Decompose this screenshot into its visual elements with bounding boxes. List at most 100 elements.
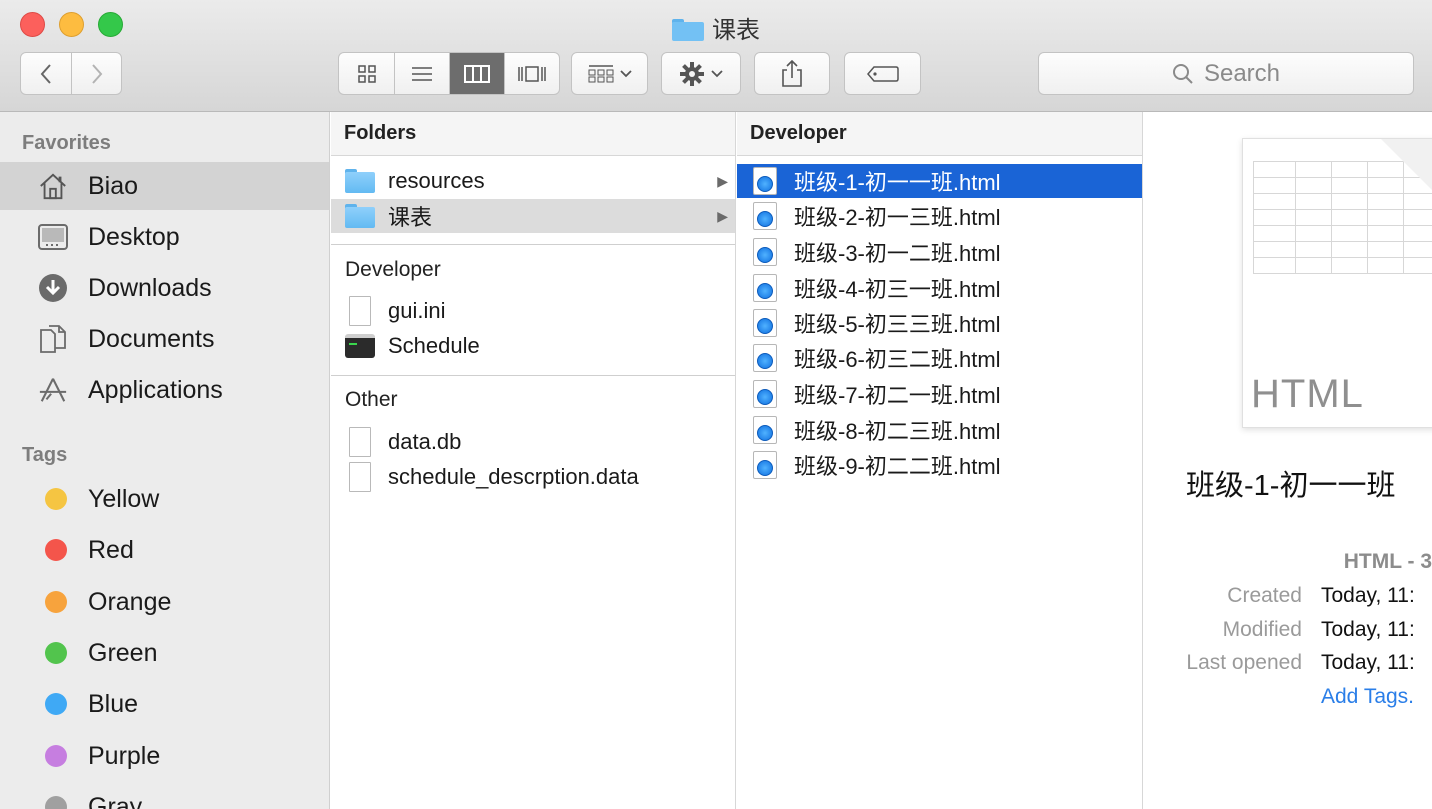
- window-title: 课表: [0, 10, 1432, 45]
- sidebar-tag-red[interactable]: Red: [0, 526, 329, 574]
- safari-html-icon: [753, 309, 777, 337]
- html-file-row[interactable]: 班级-5-初三三班.html: [737, 306, 1142, 340]
- action-button[interactable]: [661, 52, 741, 95]
- sidebar-item-label: Blue: [88, 689, 139, 718]
- preview-pane: HTML 班级-1-初一一班 HTML - 3 Created Today, 1…: [1144, 112, 1432, 809]
- sidebar-item-applications[interactable]: Applications: [0, 366, 329, 414]
- safari-html-icon: [753, 380, 777, 408]
- html-file-row[interactable]: 班级-7-初二一班.html: [737, 377, 1142, 411]
- disclosure-arrow-icon: ▶: [717, 172, 728, 189]
- html-file-row[interactable]: 班级-9-初二二班.html: [737, 448, 1142, 482]
- chevron-left-icon: [40, 63, 51, 84]
- safari-html-icon: [753, 238, 777, 266]
- file-thumbnail: HTML: [1242, 138, 1432, 428]
- file-name: 班级-3-初一二班.html: [794, 241, 1001, 266]
- file-name: gui.ini: [388, 298, 446, 323]
- developer-column: Developer 班级-1-初一一班.html 班级-2-初一三班.html …: [737, 112, 1143, 809]
- file-name: 班级-4-初三一班.html: [794, 277, 1001, 302]
- sidebar-item-documents[interactable]: Documents: [0, 315, 329, 363]
- sidebar-tag-gray[interactable]: Gray: [0, 783, 329, 809]
- file-name: 班级-6-初三二班.html: [794, 347, 1001, 372]
- html-file-row[interactable]: 班级-6-初三二班.html: [737, 341, 1142, 375]
- sidebar-item-label: Gray: [88, 792, 143, 809]
- sidebar-tag-blue[interactable]: Blue: [0, 680, 329, 728]
- home-icon: [38, 171, 68, 201]
- sidebar-tag-orange[interactable]: Orange: [0, 578, 329, 626]
- cover-flow-icon: [518, 65, 546, 82]
- column-header: Folders: [331, 112, 735, 156]
- html-file-row[interactable]: 班级-2-初一三班.html: [737, 199, 1142, 233]
- safari-html-icon: [753, 416, 777, 444]
- sidebar-item-label: Red: [88, 535, 134, 564]
- html-file-row[interactable]: 班级-3-初一二班.html: [737, 235, 1142, 269]
- sidebar-item-downloads[interactable]: Downloads: [0, 264, 329, 312]
- add-tags-link[interactable]: Add Tags.: [1321, 685, 1414, 709]
- created-label: Created: [1227, 584, 1302, 607]
- thumbnail-caption: HTML: [1251, 372, 1364, 416]
- desktop-icon: [38, 222, 68, 252]
- folder-icon: [345, 204, 375, 228]
- sidebar-tag-yellow[interactable]: Yellow: [0, 475, 329, 523]
- gear-icon: [680, 61, 704, 86]
- file-name: 班级-8-初二三班.html: [794, 419, 1001, 444]
- safari-html-icon: [753, 167, 777, 195]
- search-icon: [1172, 63, 1193, 84]
- folder-name: resources: [388, 168, 485, 193]
- gray-tag-icon: [45, 796, 67, 809]
- icon-view-button[interactable]: [339, 53, 394, 94]
- red-tag-icon: [45, 539, 67, 561]
- terminal-executable-icon: [345, 334, 375, 358]
- last-opened-value: Today, 11:: [1321, 651, 1415, 674]
- folder-icon: [345, 169, 375, 193]
- add-tags-row: Add Tags.: [1144, 685, 1432, 715]
- folder-row-resources[interactable]: resources ▶: [331, 164, 735, 198]
- documents-icon: [38, 324, 68, 354]
- modified-row: Modified Today, 11:: [1144, 618, 1432, 648]
- share-icon: [782, 59, 802, 87]
- file-row-gui-ini[interactable]: gui.ini: [331, 294, 735, 328]
- forward-button[interactable]: [71, 53, 121, 94]
- sidebar-item-biao[interactable]: Biao: [0, 162, 329, 210]
- document-icon: [349, 462, 371, 492]
- sidebar-item-label: Orange: [88, 587, 172, 616]
- sidebar-item-label: Purple: [88, 741, 161, 770]
- chevron-down-icon: [711, 69, 723, 77]
- sidebar-item-label: Applications: [88, 375, 223, 404]
- safari-html-icon: [753, 202, 777, 230]
- html-file-row[interactable]: 班级-8-初二三班.html: [737, 413, 1142, 447]
- search-field[interactable]: Search: [1038, 52, 1414, 95]
- file-row-data-db[interactable]: data.db: [331, 425, 735, 459]
- last-opened-label: Last opened: [1186, 651, 1302, 674]
- edit-tags-button[interactable]: [844, 52, 921, 95]
- file-row-schedule-descrption[interactable]: schedule_descrption.data: [331, 460, 735, 494]
- arrange-icon: [588, 64, 613, 82]
- file-name: 班级-7-初二一班.html: [794, 383, 1001, 408]
- file-name: 班级-2-初一三班.html: [794, 205, 1001, 230]
- chevron-right-icon: [91, 63, 102, 84]
- share-button[interactable]: [754, 52, 830, 95]
- column-view-button[interactable]: [449, 53, 504, 94]
- file-name: 班级-9-初二二班.html: [794, 454, 1001, 479]
- downloads-icon: [38, 273, 68, 303]
- divider: [331, 244, 735, 245]
- preview-file-name: 班级-1-初一一班: [1186, 470, 1396, 502]
- folder-row-kebiao[interactable]: 课表 ▶: [331, 199, 735, 233]
- sidebar-tag-purple[interactable]: Purple: [0, 732, 329, 780]
- file-row-schedule[interactable]: Schedule: [331, 329, 735, 363]
- file-name: 班级-5-初三三班.html: [794, 312, 1001, 337]
- developer-group-header: Developer: [345, 258, 441, 281]
- sidebar-item-label: Biao: [88, 171, 139, 200]
- list-view-button[interactable]: [394, 53, 449, 94]
- modified-value: Today, 11:: [1321, 618, 1415, 641]
- sidebar: Favorites Biao Desktop Downloads Documen…: [0, 112, 330, 809]
- arrange-button[interactable]: [571, 52, 648, 95]
- sidebar-item-desktop[interactable]: Desktop: [0, 213, 329, 261]
- sidebar-tag-green[interactable]: Green: [0, 629, 329, 677]
- safari-html-icon: [753, 451, 777, 479]
- html-file-row[interactable]: 班级-1-初一一班.html: [737, 164, 1142, 198]
- columns-icon: [464, 64, 490, 83]
- html-file-row[interactable]: 班级-4-初三一班.html: [737, 271, 1142, 305]
- page-curl: [1381, 139, 1432, 199]
- back-button[interactable]: [21, 53, 71, 94]
- cover-flow-button[interactable]: [504, 53, 559, 94]
